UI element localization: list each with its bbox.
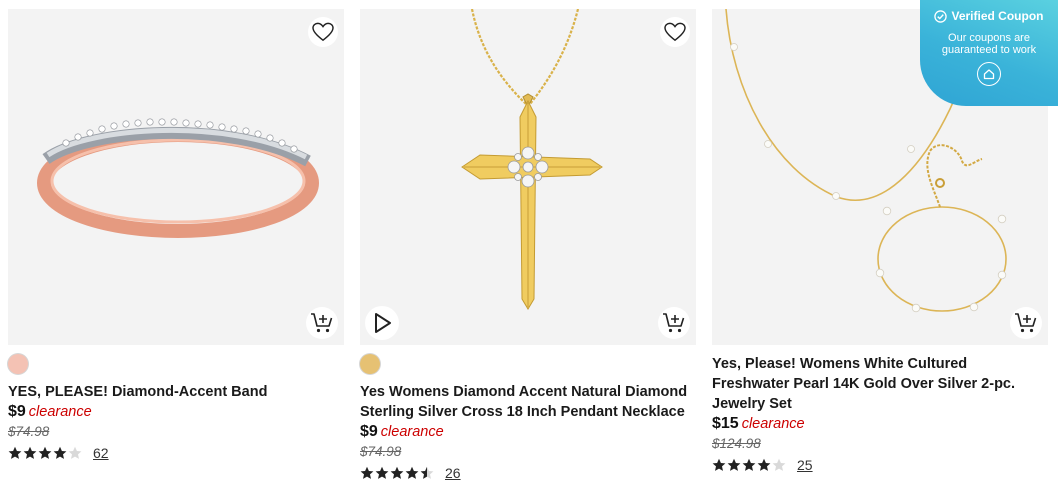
star-icon [53,446,67,459]
review-count-link[interactable]: 62 [93,445,109,461]
play-icon [375,313,391,333]
star-icon [757,458,771,471]
sale-price: $9 [360,423,378,440]
price-row: $9 clearance [8,402,344,422]
star-icon [360,466,374,479]
sale-price: $9 [8,403,26,420]
product-card-1: YES, PLEASE! Diamond-Accent Band $9 clear… [8,9,344,462]
star-rating [360,466,434,480]
review-count-link[interactable]: 26 [445,465,461,481]
clearance-label: clearance [741,416,805,432]
coupon-header: Verified Coupon [920,9,1058,23]
coupon-title: Verified Coupon [951,9,1044,23]
original-price: $124.98 [712,436,761,451]
cart-plus-icon[interactable] [658,307,690,339]
house-badge-icon [977,62,1001,86]
star-icon [420,466,434,479]
rating-row: 62 [8,444,344,462]
clearance-label: clearance [28,404,92,420]
heart-outline-icon[interactable] [660,17,690,47]
cart-plus-icon[interactable] [1010,307,1042,339]
rose-gold-diamond-band-image [37,118,319,238]
star-icon [38,446,52,459]
rating-row: 26 [360,464,696,482]
product-image-1[interactable] [8,9,344,345]
coupon-message: Our coupons are guaranteed to work [941,32,1037,56]
product-image-2[interactable] [360,9,696,345]
product-title[interactable]: YES, PLEASE! Diamond-Accent Band [8,382,344,402]
price-row: $9 clearance [360,422,696,442]
clearance-label: clearance [380,424,444,440]
sale-price: $15 [712,415,739,432]
star-icon [405,466,419,479]
check-circle-icon [934,9,948,23]
star-rating [8,446,82,460]
star-icon [68,446,82,459]
star-icon [742,458,756,471]
verified-coupon-widget[interactable]: Verified Coupon Our coupons are guarante… [920,0,1058,106]
color-swatch-rose[interactable] [8,354,28,374]
product-title[interactable]: Yes Womens Diamond Accent Natural Diamon… [360,382,696,422]
product-card-2: Yes Womens Diamond Accent Natural Diamon… [360,9,696,482]
star-icon [772,458,786,471]
star-icon [8,446,22,459]
product-title[interactable]: Yes, Please! Womens White Cultured Fresh… [712,354,1048,414]
gold-cross-pendant-image [461,9,603,310]
original-price: $74.98 [8,424,50,439]
original-price: $74.98 [360,444,402,459]
heart-outline-icon[interactable] [308,17,338,47]
review-count-link[interactable]: 25 [797,457,813,473]
star-icon [727,458,741,471]
play-video-button[interactable] [365,306,399,340]
star-icon [375,466,389,479]
rating-row: 25 [712,456,1048,474]
star-icon [712,458,726,471]
cart-plus-icon[interactable] [306,307,338,339]
color-swatch-gold[interactable] [360,354,380,374]
price-row: $15 clearance [712,414,1048,434]
star-icon [23,446,37,459]
star-rating [712,458,786,472]
star-icon [390,466,404,479]
